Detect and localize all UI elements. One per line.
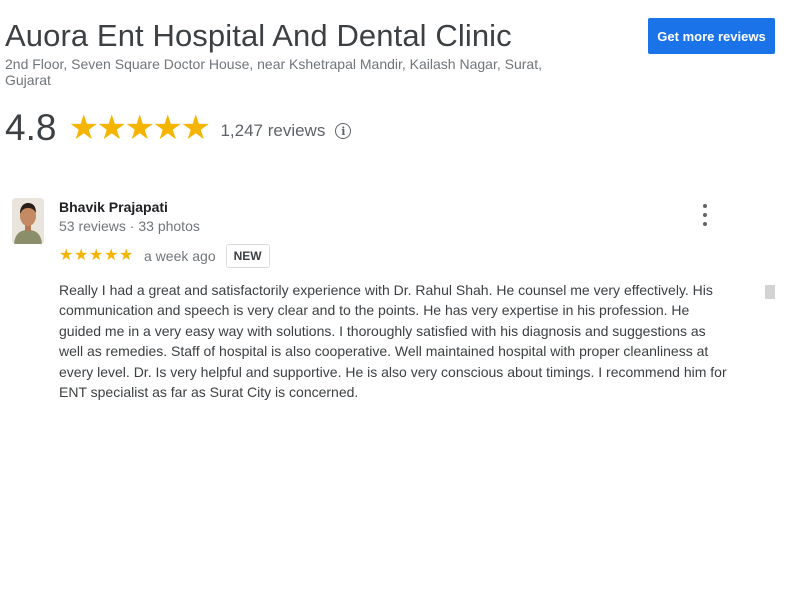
more-vert-icon[interactable] — [698, 204, 712, 226]
rating-stars: ★ ★ ★ ★ ★ — [68, 109, 211, 147]
review-stars: ★ ★ ★ ★ ★ — [59, 248, 134, 264]
reviewer-meta: 53 reviews · 33 photos — [59, 218, 200, 234]
rating-summary: 4.8 ★ ★ ★ ★ ★ 1,247 reviews — [5, 106, 352, 150]
star-icon: ★ — [104, 247, 119, 264]
get-more-reviews-button[interactable]: Get more reviews — [648, 18, 775, 54]
star-icon: ★ — [89, 247, 104, 264]
star-icon: ★ — [59, 247, 74, 264]
star-icon: ★ — [96, 109, 127, 147]
star-icon: ★ — [152, 109, 183, 147]
business-address: 2nd Floor, Seven Square Doctor House, ne… — [5, 56, 542, 88]
new-badge: NEW — [225, 244, 270, 268]
average-rating: 4.8 — [5, 107, 57, 148]
star-icon: ★ — [68, 109, 99, 147]
scrollbar-thumb[interactable] — [765, 285, 775, 299]
info-icon[interactable] — [335, 123, 352, 139]
star-icon: ★ — [180, 109, 211, 147]
business-name: Auora Ent Hospital And Dental Clinic — [5, 18, 512, 53]
reviewer-name[interactable]: Bhavik Prajapati — [59, 199, 168, 215]
avatar-photo-icon — [12, 198, 44, 244]
star-icon: ★ — [74, 247, 89, 264]
star-icon: ★ — [119, 247, 134, 264]
avatar[interactable] — [12, 198, 44, 244]
review-rating-row: ★ ★ ★ ★ ★ a week ago NEW — [59, 243, 270, 269]
star-icon: ★ — [124, 109, 155, 147]
review-text: Really I had a great and satisfactorily … — [59, 282, 727, 401]
review-count: 1,247 reviews — [220, 121, 326, 140]
review-date: a week ago — [144, 248, 216, 264]
